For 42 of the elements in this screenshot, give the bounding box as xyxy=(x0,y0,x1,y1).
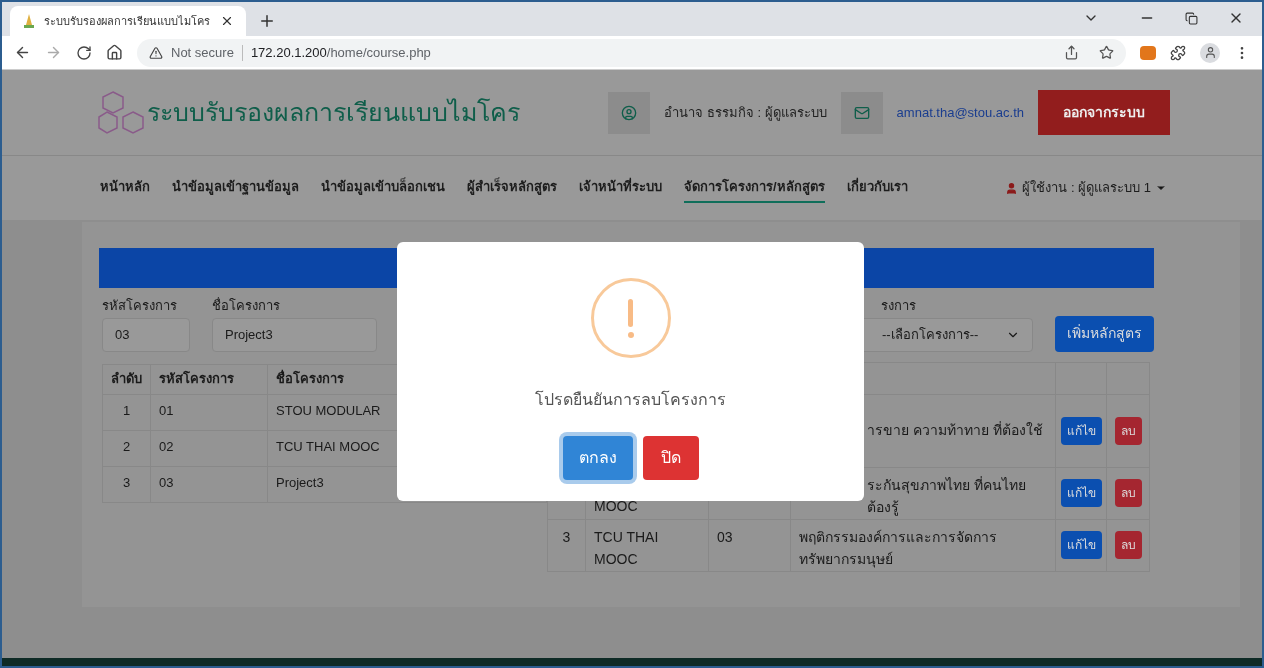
column-header: รหัสโครงการ xyxy=(150,364,268,394)
edit-button[interactable]: แก้ไข xyxy=(1060,479,1102,507)
nav-link[interactable]: เกี่ยวกับเรา xyxy=(846,173,908,203)
edit-button[interactable]: แก้ไข xyxy=(1060,531,1102,559)
nav-link[interactable]: ผู้สำเร็จหลักสูตร xyxy=(467,173,557,203)
field-label: ชื่อโครงการ xyxy=(212,296,281,315)
table-cell: 3 xyxy=(102,466,151,502)
table-cell: 03 xyxy=(708,519,791,571)
delete-button[interactable]: ลบ xyxy=(1114,416,1142,445)
email-link[interactable]: amnat.tha@stou.ac.th xyxy=(896,102,1024,123)
address-field[interactable]: Not secure 172.20.1.200/home/course.php xyxy=(137,38,1126,67)
logout-button[interactable]: ออกจากระบบ xyxy=(1038,90,1170,135)
close-button[interactable]: ปิด xyxy=(642,436,699,480)
name-field[interactable]: Project3 xyxy=(212,317,377,352)
field-label: รหัสโครงการ xyxy=(102,297,178,315)
browser-tab[interactable]: ระบบรับรองผลการเรียนแบบไมโคร xyxy=(10,6,246,36)
table-cell: 03 xyxy=(150,466,268,502)
nav-link[interactable]: นำข้อมูลเข้าบล็อกเชน xyxy=(321,173,445,203)
table-cell: 01 xyxy=(150,394,268,430)
user-name: อำนาจ ธรรมกิจ : ผู้ดูแลระบบ xyxy=(664,103,827,123)
table-cell: 2 xyxy=(102,430,151,466)
table-cell: 1 xyxy=(102,394,151,430)
add-course-button[interactable]: เพิ่มหลักสูตร xyxy=(1055,315,1154,352)
tab-title: ระบบรับรองผลการเรียนแบบไมโคร xyxy=(44,13,211,29)
nav-link[interactable]: เจ้าหน้าที่ระบบ xyxy=(579,173,662,203)
site-title: ระบบรับรองผลการเรียนแบบไมโคร xyxy=(147,96,520,128)
security-label: Not secure xyxy=(171,43,234,62)
table-cell: TCU THAI MOOC xyxy=(585,519,709,571)
delete-button[interactable]: ลบ xyxy=(1114,531,1142,559)
nav-link[interactable]: จัดการโครงการ/หลักสูตร xyxy=(684,173,825,203)
user-menu[interactable]: ผู้ใช้งาน : ผู้ดูแลระบบ 1 xyxy=(1005,178,1167,198)
edit-button[interactable]: แก้ไข xyxy=(1060,416,1102,445)
nav-link[interactable]: หน้าหลัก xyxy=(100,173,150,203)
url-text: 172.20.1.200/home/course.php xyxy=(250,43,431,62)
column-header: ลำดับ xyxy=(102,364,151,394)
code-field[interactable]: 03 xyxy=(102,317,190,352)
table-cell: พฤติกรรมองค์การและการจัดการทรัพยากรมนุษย์ xyxy=(790,519,1056,571)
table-cell: 02 xyxy=(150,430,268,466)
nav-link[interactable]: นำข้อมูลเข้าฐานข้อมูล xyxy=(172,173,299,203)
table-cell: 3 xyxy=(547,519,586,571)
field-label: รงการ xyxy=(880,297,917,315)
delete-button[interactable]: ลบ xyxy=(1114,479,1142,507)
